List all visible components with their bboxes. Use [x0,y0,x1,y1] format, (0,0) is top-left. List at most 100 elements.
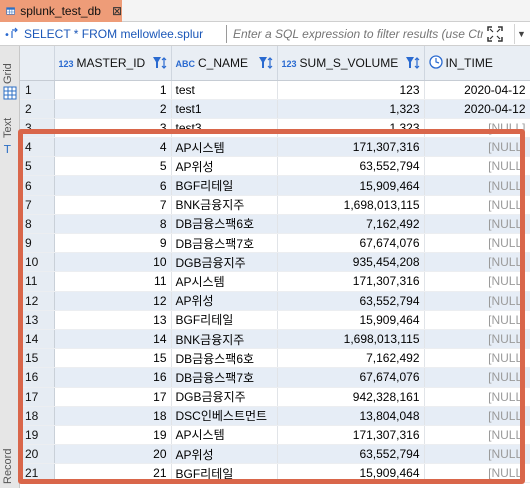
master-id-cell[interactable]: 20 [54,444,172,465]
table-row[interactable]: 16 16 DB금융스팩7호 67,674,076 [NULL] [20,367,530,388]
sum-s-volume-cell[interactable]: 7,162,492 [277,348,425,369]
master-id-cell[interactable]: 16 [54,367,172,388]
table-row[interactable]: 2 2 test1 1,323 2020-04-12 [20,99,530,119]
row-number-cell[interactable]: 12 [20,291,55,311]
table-row[interactable]: 4 4 AP시스템 171,307,316 [NULL] [20,137,530,158]
master-id-cell[interactable]: 2 [54,99,172,119]
sum-s-volume-cell[interactable]: 67,674,076 [277,367,425,388]
master-id-cell[interactable]: 9 [54,233,172,254]
row-number-cell[interactable]: 18 [20,406,55,426]
c-name-cell[interactable]: DB금융스팩7호 [171,367,278,388]
c-name-cell[interactable]: BGF리테일 [171,463,278,484]
sum-s-volume-cell[interactable]: 63,552,794 [277,444,425,465]
column-filter-icon[interactable] [405,56,421,70]
in-time-cell[interactable]: 2020-04-12 [424,99,530,119]
row-number-cell[interactable]: 6 [20,175,55,196]
sum-s-volume-cell[interactable]: 1,323 [277,99,425,119]
column-header-sum-s-volume[interactable]: 123 SUM_S_VOLUME [277,46,425,81]
table-row[interactable]: 9 9 DB금융스팩7호 67,674,076 [NULL] [20,233,530,254]
row-number-cell[interactable]: 1 [20,80,55,100]
in-time-cell[interactable]: [NULL] [424,444,530,465]
in-time-cell[interactable]: [NULL] [424,175,530,196]
c-name-cell[interactable]: BNK금융지주 [171,329,278,350]
in-time-cell[interactable]: [NULL] [424,118,530,139]
row-number-cell[interactable]: 15 [20,348,55,369]
master-id-cell[interactable]: 11 [54,271,172,292]
sum-s-volume-cell[interactable]: 1,698,013,115 [277,195,425,215]
c-name-cell[interactable]: BGF리테일 [171,310,278,330]
sum-s-volume-cell[interactable]: 1,323 [277,118,425,139]
c-name-cell[interactable]: AP위성 [171,156,278,177]
master-id-cell[interactable]: 3 [54,118,172,139]
in-time-cell[interactable]: [NULL] [424,348,530,369]
in-time-cell[interactable]: 2020-04-12 [424,80,530,100]
in-time-cell[interactable]: [NULL] [424,214,530,235]
sum-s-volume-cell[interactable]: 13,804,048 [277,406,425,426]
master-id-cell[interactable]: 14 [54,329,172,350]
in-time-cell[interactable]: [NULL] [424,271,530,292]
c-name-cell[interactable]: AP위성 [171,444,278,465]
table-row[interactable]: 11 11 AP시스템 171,307,316 [NULL] [20,271,530,292]
c-name-cell[interactable]: DGB금융지주 [171,252,278,273]
sum-s-volume-cell[interactable]: 63,552,794 [277,291,425,311]
column-filter-icon[interactable] [258,56,274,70]
table-row[interactable]: 8 8 DB금융스팩6호 7,162,492 [NULL] [20,214,530,235]
table-row[interactable]: 15 15 DB금융스팩6호 7,162,492 [NULL] [20,348,530,369]
table-row[interactable]: 6 6 BGF리테일 15,909,464 [NULL] [20,175,530,196]
row-number-cell[interactable]: 4 [20,137,55,158]
table-row[interactable]: 17 17 DGB금융지주 942,328,161 [NULL] [20,387,530,407]
sum-s-volume-cell[interactable]: 942,328,161 [277,387,425,407]
grid-icon[interactable] [3,86,17,100]
c-name-cell[interactable]: DB금융스팩7호 [171,233,278,254]
sum-s-volume-cell[interactable]: 171,307,316 [277,137,425,158]
row-number-cell[interactable]: 13 [20,310,55,330]
master-id-cell[interactable]: 6 [54,175,172,196]
text-view-tab[interactable]: Text [2,118,14,138]
sum-s-volume-cell[interactable]: 123 [277,80,425,100]
c-name-cell[interactable]: test1 [171,99,278,119]
table-row[interactable]: 7 7 BNK금융지주 1,698,013,115 [NULL] [20,195,530,215]
table-row[interactable]: 21 21 BGF리테일 15,909,464 [NULL] [20,463,530,484]
master-id-cell[interactable]: 1 [54,80,172,100]
master-id-cell[interactable]: 8 [54,214,172,235]
row-number-cell[interactable]: 5 [20,156,55,177]
column-header-in-time[interactable]: IN_TIME [424,46,530,81]
table-row[interactable]: 3 3 test3 1,323 [NULL] [20,118,530,139]
row-number-cell[interactable]: 9 [20,233,55,254]
sum-s-volume-cell[interactable]: 171,307,316 [277,271,425,292]
c-name-cell[interactable]: DB금융스팩6호 [171,214,278,235]
master-id-cell[interactable]: 15 [54,348,172,369]
row-number-cell[interactable]: 21 [20,463,55,484]
sql-filter-icon[interactable]: • [0,23,24,45]
c-name-cell[interactable]: BGF리테일 [171,175,278,196]
text-icon[interactable]: T [3,142,17,156]
row-number-cell[interactable]: 20 [20,444,55,465]
in-time-cell[interactable]: [NULL] [424,387,530,407]
in-time-cell[interactable]: [NULL] [424,406,530,426]
in-time-cell[interactable]: [NULL] [424,329,530,350]
master-id-cell[interactable]: 5 [54,156,172,177]
table-row[interactable]: 14 14 BNK금융지주 1,698,013,115 [NULL] [20,329,530,350]
column-header-master-id[interactable]: 123 MASTER_ID [54,46,172,81]
master-id-cell[interactable]: 10 [54,252,172,273]
table-row[interactable]: 5 5 AP위성 63,552,794 [NULL] [20,156,530,177]
filter-input[interactable] [233,26,483,41]
c-name-cell[interactable]: DB금융스팩6호 [171,348,278,369]
in-time-cell[interactable]: [NULL] [424,233,530,254]
master-id-cell[interactable]: 7 [54,195,172,215]
filter-dropdown-button[interactable]: ▼ [514,24,528,44]
sum-s-volume-cell[interactable]: 15,909,464 [277,175,425,196]
sum-s-volume-cell[interactable]: 15,909,464 [277,463,425,484]
sum-s-volume-cell[interactable]: 935,454,208 [277,252,425,273]
master-id-cell[interactable]: 4 [54,137,172,158]
master-id-cell[interactable]: 12 [54,291,172,311]
in-time-cell[interactable]: [NULL] [424,137,530,158]
record-view-tab[interactable]: Record [2,449,14,484]
sum-s-volume-cell[interactable]: 1,698,013,115 [277,329,425,350]
in-time-cell[interactable]: [NULL] [424,195,530,215]
master-id-cell[interactable]: 13 [54,310,172,330]
row-number-cell[interactable]: 11 [20,271,55,292]
table-row[interactable]: 1 1 test 123 2020-04-12 [20,80,530,100]
master-id-cell[interactable]: 18 [54,406,172,426]
sum-s-volume-cell[interactable]: 63,552,794 [277,156,425,177]
